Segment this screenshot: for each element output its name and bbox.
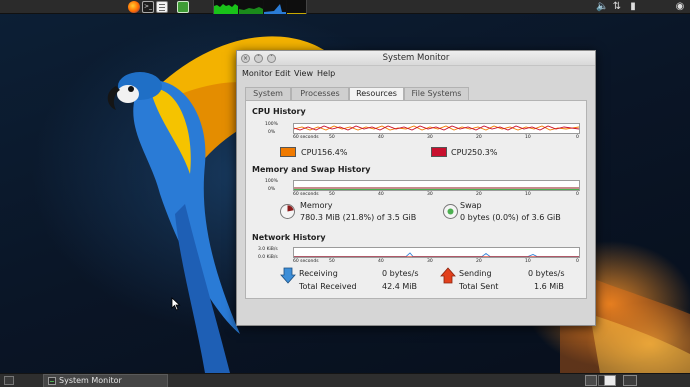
user-icon[interactable]: ◉ (674, 1, 686, 13)
cpu-history-graph (293, 123, 580, 134)
resources-panel: CPU History 100% 0% 60 seconds 50 40 30 … (245, 100, 587, 299)
total-sent-value: 1.6 MiB (534, 282, 564, 291)
cpu2-label: CPU2 (451, 148, 473, 157)
cpu-tick-20: 20 (476, 135, 482, 140)
memory-tick-60: 60 seconds (293, 192, 319, 197)
show-desktop-icon[interactable] (4, 376, 14, 385)
network-tick-30: 30 (427, 259, 433, 264)
memory-label: Memory (300, 201, 333, 210)
memory-tick-20: 20 (476, 192, 482, 197)
taskbar-item-system-monitor[interactable]: System Monitor (43, 374, 168, 387)
menu-bar: Monitor Edit View Help (237, 67, 595, 80)
memory-y-max-label: 100% (265, 179, 278, 184)
battery-icon[interactable]: ▮ (627, 1, 639, 13)
menu-view[interactable]: View (294, 69, 313, 78)
memory-tick-40: 40 (378, 192, 384, 197)
cpu-tick-60: 60 seconds (293, 135, 319, 140)
network-tick-40: 40 (378, 259, 384, 264)
cpu-history-title: CPU History (252, 107, 306, 116)
menu-help[interactable]: Help (317, 69, 335, 78)
workspace-indicator-icon[interactable] (623, 375, 637, 386)
taskbar-item-label: System Monitor (59, 376, 122, 385)
sending-arrow-icon[interactable] (440, 267, 456, 284)
network-y-max-label: 3.0 KiB/s (258, 247, 278, 252)
spreadsheet-icon[interactable] (177, 1, 189, 13)
firefox-icon[interactable] (128, 1, 140, 13)
memory-history-lines (294, 187, 579, 190)
memory-pie-fill (281, 205, 294, 218)
system-load-applet[interactable] (213, 0, 307, 14)
terminal-icon[interactable]: >_ (142, 1, 154, 13)
memory-history-graph (293, 180, 580, 191)
network-history-graph (293, 247, 580, 258)
cpu-y-max-label: 100% (265, 122, 278, 127)
total-received-label: Total Received (299, 282, 357, 291)
menu-edit[interactable]: Edit (275, 69, 291, 78)
bottom-panel: System Monitor (0, 373, 690, 387)
system-monitor-window: × ˆ ˇ System Monitor Monitor Edit View H… (236, 50, 596, 326)
network-y-min-label: 0.0 KiB/s (258, 255, 278, 260)
memory-tick-50: 50 (329, 192, 335, 197)
network-tick-10: 10 (525, 259, 531, 264)
cpu1-color-swatch[interactable] (280, 147, 296, 157)
receiving-value: 0 bytes/s (382, 269, 419, 278)
cpu-tick-0: 0 (576, 135, 579, 140)
swap-pie-fill (447, 208, 454, 215)
workspace-1[interactable] (585, 375, 597, 386)
tab-bar: System Processes Resources File Systems (245, 87, 587, 101)
network-history-lines (294, 252, 579, 258)
memory-tick-10: 10 (525, 192, 531, 197)
cpu2-value: 50.3% (472, 148, 498, 157)
swap-pie-chart[interactable] (443, 204, 458, 219)
tab-processes[interactable]: Processes (291, 87, 349, 100)
top-panel: >_ 🔈 ⇅ ▮ ◉ (0, 0, 690, 14)
tab-file-systems[interactable]: File Systems (404, 87, 469, 100)
memory-value: 780.3 MiB (21.8%) of 3.5 GiB (300, 213, 417, 222)
network-tick-60: 60 seconds (293, 259, 319, 264)
text-editor-icon[interactable] (156, 1, 168, 13)
network-tick-0: 0 (576, 259, 579, 264)
total-sent-label: Total Sent (459, 282, 499, 291)
cpu2-color-swatch[interactable] (431, 147, 447, 157)
cpu1-label: CPU1 (301, 148, 323, 157)
memory-y-min-label: 0% (268, 187, 276, 192)
cpu-history-lines (293, 125, 580, 131)
receiving-line (294, 252, 579, 257)
cpu-tick-10: 10 (525, 135, 531, 140)
memory-pie-chart[interactable] (280, 204, 295, 219)
network-history-title: Network History (252, 233, 326, 242)
tab-system[interactable]: System (245, 87, 291, 100)
swap-label: Swap (460, 201, 482, 210)
menu-monitor[interactable]: Monitor (242, 69, 272, 78)
window-title: System Monitor (382, 53, 450, 63)
receiving-label: Receiving (299, 269, 338, 278)
cpu-tick-50: 50 (329, 135, 335, 140)
memory-history-title: Memory and Swap History (252, 165, 371, 174)
network-tick-20: 20 (476, 259, 482, 264)
cpu-y-min-label: 0% (268, 130, 276, 135)
mouse-pointer-icon (171, 297, 181, 311)
receiving-arrow-icon[interactable] (280, 267, 296, 284)
network-tick-50: 50 (329, 259, 335, 264)
volume-icon[interactable]: 🔈 (596, 1, 608, 13)
swap-value: 0 bytes (0.0%) of 3.6 GiB (460, 213, 561, 222)
network-icon[interactable]: ⇅ (611, 1, 623, 13)
trash-icon[interactable] (604, 375, 616, 386)
cpu1-value: 56.4% (322, 148, 348, 157)
cpu-tick-40: 40 (378, 135, 384, 140)
tab-resources[interactable]: Resources (349, 87, 404, 101)
sending-label: Sending (459, 269, 492, 278)
memory-tick-0: 0 (576, 192, 579, 197)
cpu-tick-30: 30 (427, 135, 433, 140)
system-monitor-app-icon (48, 377, 56, 385)
window-titlebar[interactable]: × ˆ ˇ System Monitor (237, 51, 595, 66)
sending-value: 0 bytes/s (528, 269, 565, 278)
total-received-value: 42.4 MiB (382, 282, 417, 291)
system-load-graph (214, 0, 306, 14)
memory-tick-30: 30 (427, 192, 433, 197)
